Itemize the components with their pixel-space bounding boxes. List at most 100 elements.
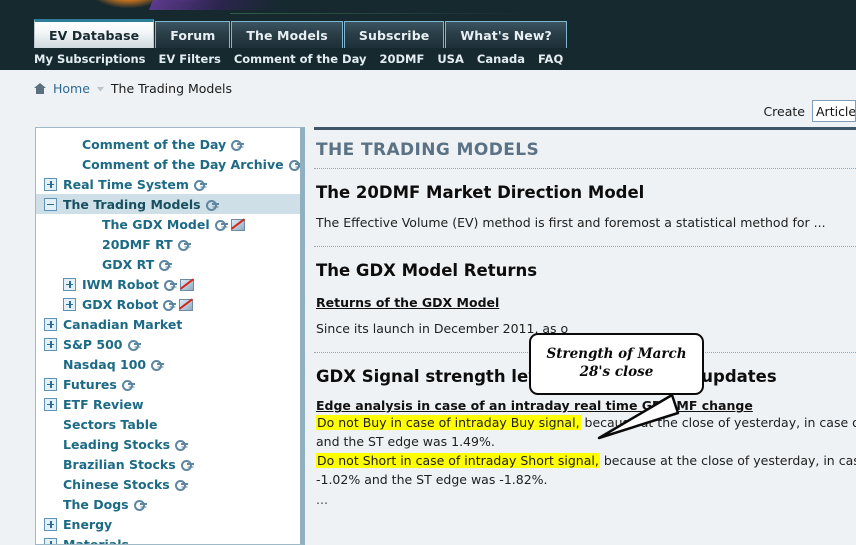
- tab-label: The Models: [246, 27, 328, 43]
- sidebar-item-label: GDX Robot: [82, 296, 159, 312]
- tab-whats-new[interactable]: What's New?: [445, 21, 567, 48]
- sidebar-item-label: Leading Stocks: [63, 436, 171, 452]
- tab-forum[interactable]: Forum: [155, 21, 231, 48]
- subnav-item-20dmf[interactable]: 20DMF: [379, 52, 424, 66]
- key-icon: [127, 340, 141, 351]
- key-icon: [231, 140, 245, 151]
- key-icon: [133, 500, 147, 511]
- sidebar-item-leading-stocks[interactable]: Leading Stocks: [36, 434, 300, 454]
- expand-plus-icon[interactable]: [44, 517, 57, 531]
- tab-ev-database[interactable]: EV Database: [34, 19, 155, 48]
- expand-plus-icon[interactable]: [63, 297, 76, 311]
- sidebar-item-gdx-rt[interactable]: GDX RT: [36, 254, 300, 274]
- divider: [314, 168, 856, 169]
- sidebar-item-energy[interactable]: Energy: [36, 514, 300, 534]
- sidebar-item-sp-500[interactable]: S&P 500: [36, 334, 300, 354]
- create-label: Create: [763, 103, 805, 119]
- banner-artwork-line: [230, 13, 530, 14]
- key-icon: [205, 200, 219, 211]
- expand-plus-icon[interactable]: [44, 397, 57, 411]
- sidebar-item-the-dogs[interactable]: The Dogs: [36, 494, 300, 514]
- sidebar-item-20dmf-rt[interactable]: 20DMF RT: [36, 234, 300, 254]
- key-icon: [288, 160, 300, 171]
- tab-subscribe[interactable]: Subscribe: [343, 21, 445, 48]
- sidebar-item-comment-of-the-day-archive[interactable]: Comment of the Day Archive: [36, 154, 300, 174]
- restricted-book-icon: [179, 298, 194, 311]
- subnav-item-comment-of-the-day[interactable]: Comment of the Day: [234, 52, 367, 66]
- sidebar-item-label: ETF Review: [63, 396, 144, 412]
- section-body-20dmf: The Effective Volume (EV) method is firs…: [316, 215, 826, 230]
- sidebar-item-gdx-robot[interactable]: GDX Robot: [36, 294, 300, 314]
- sidebar-item-label: S&P 500: [63, 336, 123, 352]
- tab-label: Subscribe: [358, 27, 430, 43]
- highlight-do-not-short: Do not Short in case of intraday Short s…: [316, 452, 600, 468]
- edge-line-buy: Do not Buy in case of intraday Buy signa…: [316, 414, 856, 433]
- restricted-book-icon: [179, 278, 194, 291]
- divider: [314, 246, 856, 248]
- sidebar-item-label: Energy: [63, 516, 113, 532]
- expand-plus-icon[interactable]: [63, 277, 76, 291]
- tab-label: What's New?: [460, 27, 552, 43]
- sidebar-item-label: GDX RT: [102, 256, 155, 272]
- sidebar-item-label: Nasdaq 100: [63, 356, 147, 372]
- sidebar-item-comment-of-the-day[interactable]: Comment of the Day: [36, 134, 300, 154]
- expand-plus-icon[interactable]: [44, 317, 57, 331]
- sidebar-item-label: The GDX Model: [102, 216, 210, 232]
- returns-of-the-gdx-model-link[interactable]: Returns of the GDX Model: [316, 295, 499, 310]
- key-icon: [163, 300, 177, 311]
- create-type-select[interactable]: Article: [812, 100, 856, 122]
- sidebar-item-brazilian-stocks[interactable]: Brazilian Stocks: [36, 454, 300, 474]
- primary-tab-bar: EV Database Forum The Models Subscribe W…: [34, 19, 568, 48]
- key-icon: [163, 280, 177, 291]
- sidebar-item-the-trading-models[interactable]: The Trading Models: [36, 194, 300, 214]
- subnav-item-faq[interactable]: FAQ: [538, 52, 563, 66]
- edge-line-short: Do not Short in case of intraday Short s…: [316, 452, 856, 471]
- key-icon: [121, 380, 135, 391]
- home-icon: [34, 82, 46, 94]
- sidebar-item-label: IWM Robot: [82, 276, 159, 292]
- sidebar-item-the-gdx-model[interactable]: The GDX Model: [36, 214, 300, 234]
- sidebar-item-nasdaq-100[interactable]: Nasdaq 100: [36, 354, 300, 374]
- subnav-item-ev-filters[interactable]: EV Filters: [159, 52, 221, 66]
- sidebar-item-label: Canadian Market: [63, 316, 183, 332]
- tab-the-models[interactable]: The Models: [231, 21, 343, 48]
- sidebar-item-label: Chinese Stocks: [63, 476, 170, 492]
- sidebar-item-label: Brazilian Stocks: [63, 456, 176, 472]
- expand-plus-icon[interactable]: [44, 337, 57, 351]
- highlight-do-not-buy: Do not Buy in case of intraday Buy signa…: [316, 415, 581, 431]
- callout-text: Strength of March 28's close: [546, 346, 687, 380]
- sidebar-item-label: The Dogs: [63, 496, 129, 512]
- sidebar-item-canadian-market[interactable]: Canadian Market: [36, 314, 300, 334]
- sidebar-item-etf-review[interactable]: ETF Review: [36, 394, 300, 414]
- expand-plus-icon[interactable]: [44, 537, 57, 544]
- key-icon: [180, 460, 194, 471]
- page-root: EV Database Forum The Models Subscribe W…: [0, 0, 856, 545]
- sidebar-item-futures[interactable]: Futures: [36, 374, 300, 394]
- sidebar-item-real-time-system[interactable]: Real Time System: [36, 174, 300, 194]
- sidebar-item-iwm-robot[interactable]: IWM Robot: [36, 274, 300, 294]
- secondary-nav: My Subscriptions EV Filters Comment of t…: [34, 49, 563, 68]
- sidebar-item-chinese-stocks[interactable]: Chinese Stocks: [36, 474, 300, 494]
- subnav-item-my-subscriptions[interactable]: My Subscriptions: [34, 52, 146, 66]
- tab-label: EV Database: [49, 27, 140, 43]
- sidebar-item-label: Sectors Table: [63, 416, 158, 432]
- collapse-minus-icon[interactable]: [44, 197, 57, 211]
- sidebar-item-label: Comment of the Day: [82, 136, 227, 152]
- chevron-separator-icon: [96, 86, 104, 92]
- breadcrumb-current: The Trading Models: [110, 80, 233, 96]
- breadcrumb-home-link[interactable]: Home: [53, 81, 90, 96]
- subnav-item-canada[interactable]: Canada: [477, 52, 525, 66]
- sidebar-item-materials[interactable]: Materials: [36, 534, 300, 544]
- edge-analysis-subheading: Edge analysis in case of an intraday rea…: [316, 398, 753, 414]
- sidebar-item-label: Real Time System: [63, 176, 189, 192]
- expand-plus-icon[interactable]: [44, 177, 57, 191]
- subnav-item-usa[interactable]: USA: [437, 52, 464, 66]
- section-heading-gdx-returns: The GDX Model Returns: [316, 261, 538, 281]
- expand-plus-icon[interactable]: [44, 377, 57, 391]
- create-area: Create Article: [763, 100, 856, 122]
- sidebar-item-sectors-table[interactable]: Sectors Table: [36, 414, 300, 434]
- create-select-value: Article: [816, 103, 856, 119]
- key-icon: [151, 360, 165, 371]
- content-top-rule: [314, 127, 856, 130]
- banner-artwork-streak: [148, 0, 292, 10]
